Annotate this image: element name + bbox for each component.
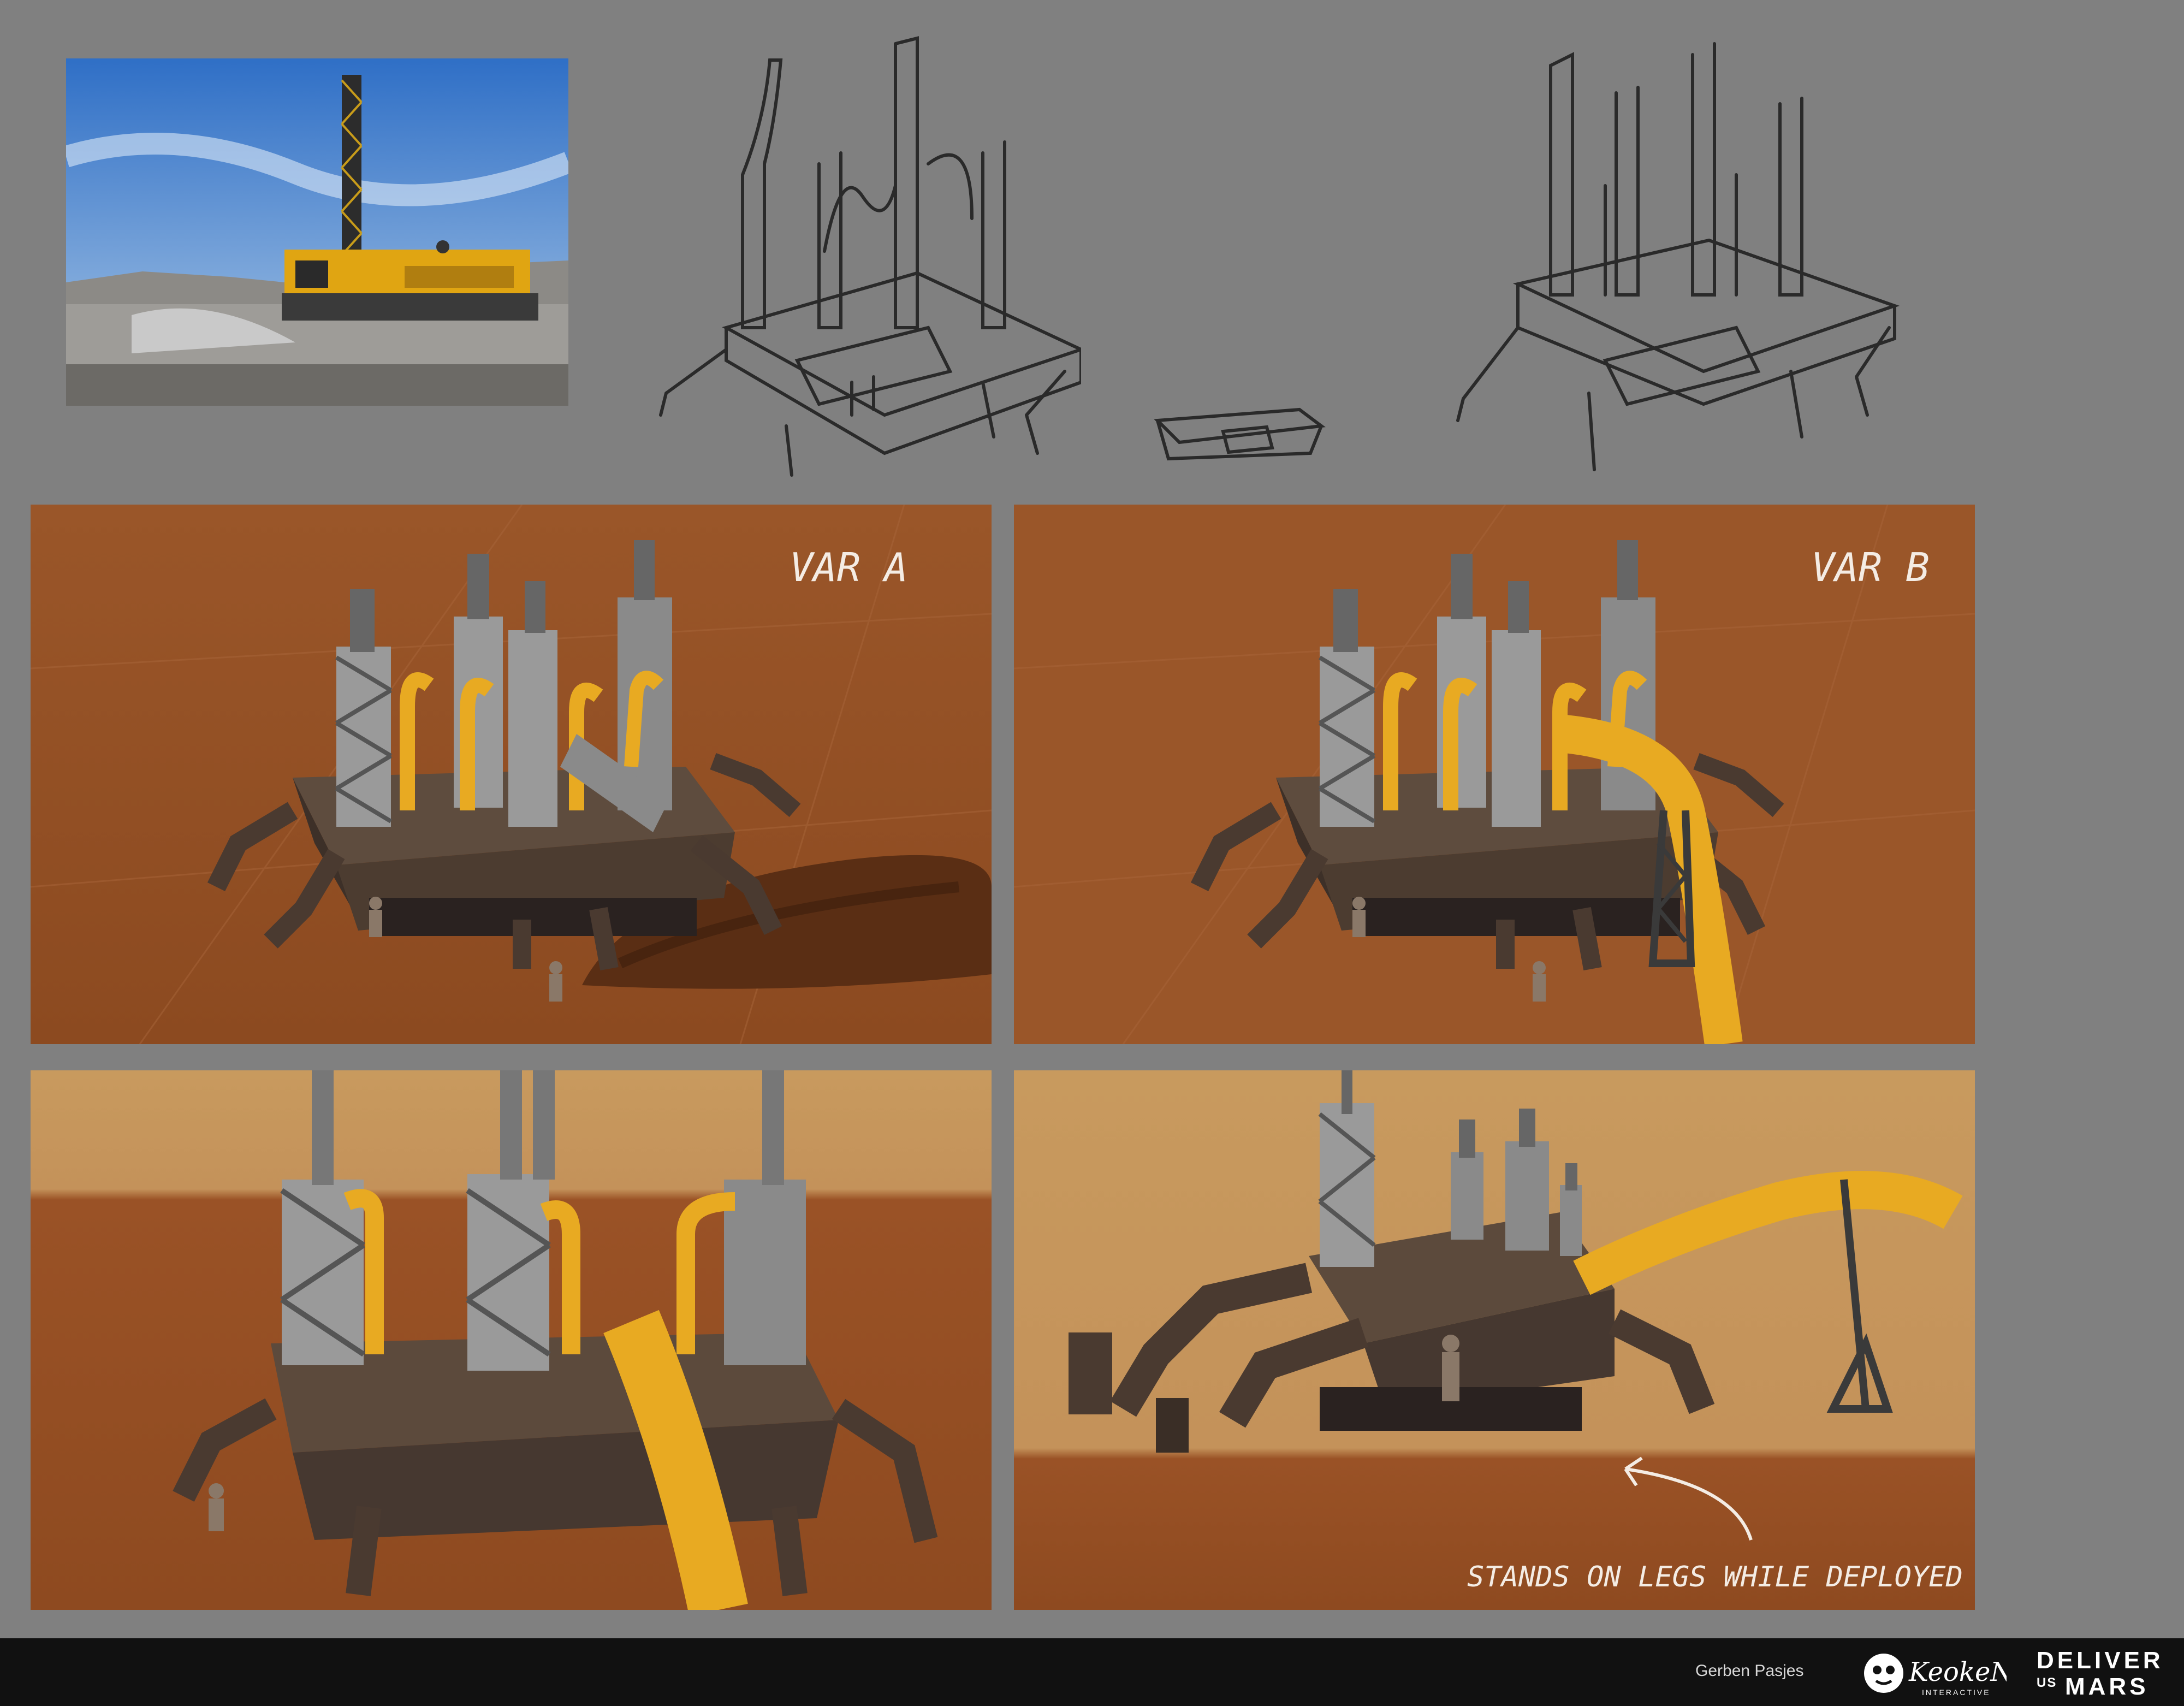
- astronaut-figure-5: [209, 1483, 224, 1531]
- deliver-us-mars-logo: DELIVER US MARS: [2037, 1647, 2168, 1700]
- astronaut-figure-3: [1352, 897, 1366, 937]
- var-a-label: VAR A: [790, 544, 908, 590]
- render-var-b: VAR B: [1014, 505, 1975, 1044]
- astronaut-figure-4: [1533, 961, 1546, 1002]
- footer-bar: [0, 1638, 2184, 1706]
- astronaut-figure-6: [1442, 1335, 1459, 1401]
- sketch-drill-b: [1452, 22, 1906, 481]
- keoken-wordmark: KeokeN: [1908, 1657, 2007, 1687]
- keoken-sub: INTERACTIVE: [1922, 1688, 1991, 1697]
- render-closeup: [31, 1070, 992, 1610]
- sketch-drill-a: [644, 22, 1081, 481]
- render-low-angle: STANDS ON LEGS WHILE DEPLOYED: [1014, 1070, 1975, 1610]
- note-label: STANDS ON LEGS WHILE DEPLOYED: [1467, 1561, 1963, 1594]
- var-b-label: VAR B: [1811, 544, 1930, 590]
- keoken-logo: KeokeN INTERACTIVE: [1862, 1648, 2014, 1698]
- drill-rig-photo: [66, 58, 568, 406]
- render-var-a: VAR A: [31, 505, 992, 1044]
- logo-us: US: [2037, 1675, 2057, 1690]
- artist-credit: Gerben Pasjes: [1695, 1662, 1804, 1680]
- logo-deliver: DELIVER: [2037, 1647, 2164, 1674]
- astronaut-figure-2: [549, 961, 562, 1002]
- logo-mars: MARS: [2065, 1673, 2149, 1700]
- astronaut-figure-1: [369, 897, 382, 937]
- reference-photo: [66, 58, 568, 406]
- sketch-base-detail: [1147, 393, 1332, 470]
